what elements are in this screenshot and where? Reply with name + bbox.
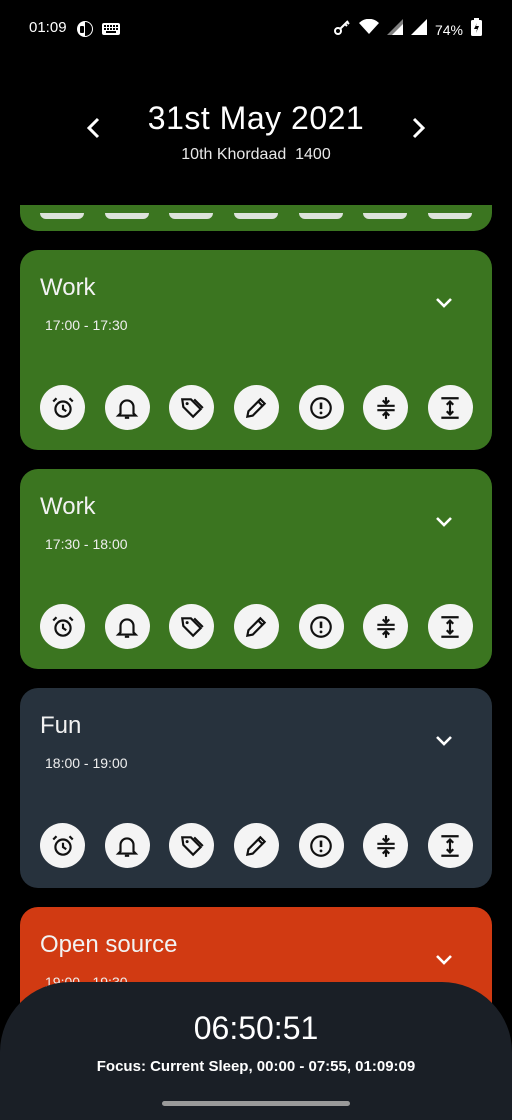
pencil-icon: [246, 397, 267, 418]
vpn-key-icon: [333, 18, 351, 41]
bell-button[interactable]: [104, 385, 150, 430]
alarm-button[interactable]: [40, 385, 85, 430]
card-actions: [40, 823, 473, 868]
battery-percent: 74%: [434, 21, 463, 38]
bell-button[interactable]: [104, 604, 150, 649]
tag-button[interactable]: [169, 385, 215, 430]
expand-icon: [441, 615, 460, 638]
alert-circle-button[interactable]: [298, 385, 344, 430]
alert-circle-button[interactable]: [298, 823, 344, 868]
card-title: Work: [40, 274, 96, 301]
card-time: 17:00 - 17:30: [45, 317, 128, 333]
alert-circle-icon: [310, 834, 332, 857]
chevron-right-icon: [412, 117, 426, 139]
alert-circle-button[interactable]: [298, 604, 344, 649]
tag-icon: [180, 835, 204, 856]
alert-circle-icon: [310, 615, 332, 638]
signal-icon: [386, 19, 403, 40]
pencil-button[interactable]: [233, 823, 279, 868]
keyboard-icon: [102, 22, 120, 41]
expand-icon: [441, 834, 460, 857]
pencil-button[interactable]: [233, 385, 279, 430]
focus-panel[interactable]: 06:50:51 Focus: Current Sleep, 00:00 - 0…: [0, 982, 512, 1120]
card-actions: [40, 385, 473, 430]
focus-description: Focus: Current Sleep, 00:00 - 07:55, 01:…: [96, 1058, 416, 1075]
date-title: 31st May 2021: [147, 100, 365, 136]
schedule-card[interactable]: Work 17:00 - 17:30: [20, 250, 492, 450]
pencil-icon: [246, 835, 267, 856]
status-bar: 01:09 74%: [0, 0, 512, 56]
card-time: 17:30 - 18:00: [45, 536, 128, 552]
bell-icon: [115, 398, 139, 419]
schedule-list[interactable]: Work 17:00 - 17:30 Work 17:30 - 18:00 Fu…: [0, 205, 512, 1005]
alarm-button[interactable]: [40, 823, 85, 868]
expand-button[interactable]: [427, 823, 473, 868]
battery-icon: [471, 18, 482, 41]
expand-button[interactable]: [427, 604, 473, 649]
schedule-card[interactable]: Work 17:30 - 18:00: [20, 469, 492, 669]
home-indicator[interactable]: [162, 1101, 350, 1106]
card-title: Work: [40, 493, 96, 520]
compress-button[interactable]: [363, 823, 409, 868]
alarm-icon: [51, 615, 74, 637]
alarm-icon: [51, 834, 74, 856]
status-right-icons: 74%: [333, 18, 482, 41]
next-day-button[interactable]: [406, 116, 430, 140]
tag-icon: [180, 616, 204, 637]
status-time: 01:09: [29, 19, 67, 36]
chevron-down-icon[interactable]: [432, 947, 456, 971]
compress-icon: [377, 396, 395, 419]
expand-icon: [441, 396, 460, 419]
card-title: Fun: [40, 712, 82, 739]
chevron-down-icon[interactable]: [432, 728, 456, 752]
expand-button[interactable]: [427, 385, 473, 430]
focus-countdown: 06:50:51: [193, 1010, 319, 1046]
tag-button[interactable]: [169, 604, 215, 649]
tag-button[interactable]: [169, 823, 215, 868]
alarm-icon: [51, 396, 74, 418]
alarm-button[interactable]: [40, 604, 85, 649]
status-left-icons: [76, 20, 120, 43]
signal-icon-2: [410, 19, 427, 40]
card-time: 18:00 - 19:00: [45, 755, 128, 771]
date-header: 31st May 2021 10th Khordaad 1400: [0, 96, 512, 176]
bell-button[interactable]: [104, 823, 150, 868]
compress-icon: [377, 834, 395, 857]
compress-button[interactable]: [363, 385, 409, 430]
pencil-icon: [246, 616, 267, 637]
schedule-card-partial[interactable]: [20, 205, 492, 231]
card-title: Open source: [40, 931, 178, 958]
card-actions: [40, 604, 473, 649]
alt-calendar-date: 10th Khordaad 1400: [181, 146, 331, 163]
app-notification-icon: [76, 20, 94, 43]
compress-icon: [377, 615, 395, 638]
chevron-down-icon[interactable]: [432, 509, 456, 533]
chevron-down-icon[interactable]: [432, 290, 456, 314]
pencil-button[interactable]: [233, 604, 279, 649]
schedule-card[interactable]: Fun 18:00 - 19:00: [20, 688, 492, 888]
compress-button[interactable]: [363, 604, 409, 649]
alert-circle-icon: [310, 396, 332, 419]
wifi-icon: [358, 18, 379, 40]
bell-icon: [115, 836, 139, 857]
tag-icon: [180, 397, 204, 418]
bell-icon: [115, 617, 139, 638]
